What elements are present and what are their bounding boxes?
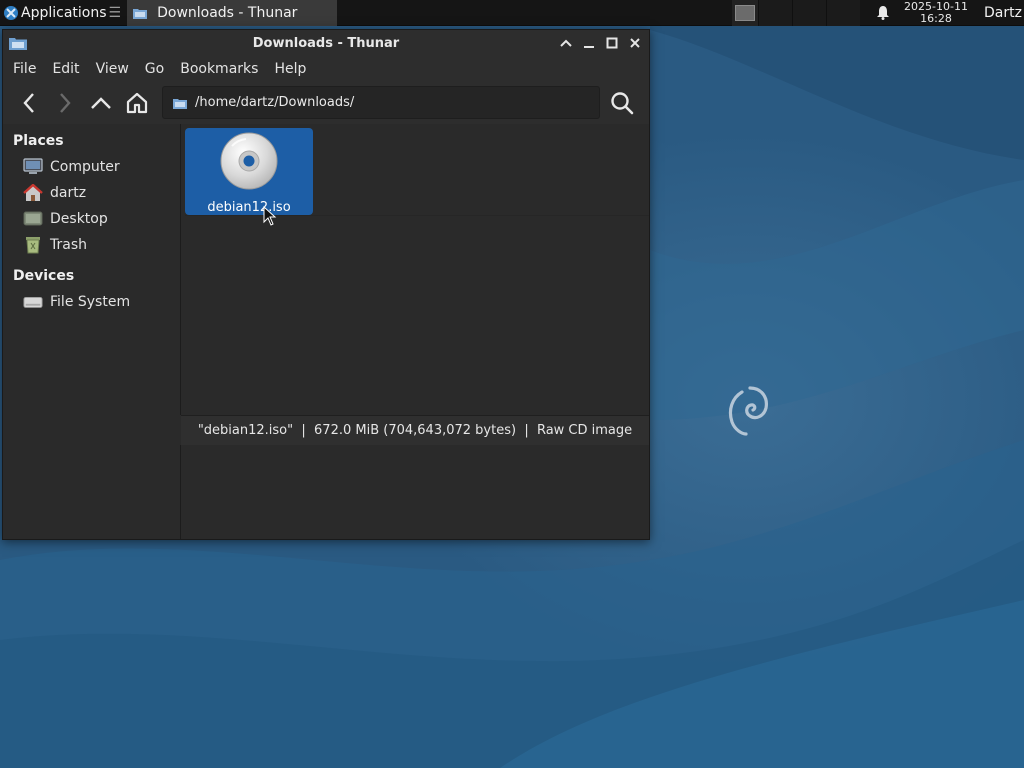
sidebar-item-desktop[interactable]: Desktop xyxy=(3,206,180,232)
close-icon[interactable] xyxy=(627,35,643,51)
clock[interactable]: 2025-10-11 16:28 xyxy=(900,0,972,25)
file-name: debian12.iso xyxy=(207,200,291,215)
menu-view[interactable]: View xyxy=(96,61,129,77)
menu-bookmarks[interactable]: Bookmarks xyxy=(180,61,258,77)
sidebar-item-label: File System xyxy=(50,294,131,310)
menubar: File Edit View Go Bookmarks Help xyxy=(3,56,649,82)
workspace-1-button[interactable] xyxy=(732,0,758,26)
clock-date: 2025-10-11 xyxy=(904,0,968,13)
clock-time: 16:28 xyxy=(920,11,952,25)
xfce-logo-icon xyxy=(4,5,18,20)
arrow-right-icon xyxy=(60,93,71,113)
menu-edit[interactable]: Edit xyxy=(52,61,79,77)
parent-folder-button[interactable] xyxy=(83,85,119,121)
workspace-2-button[interactable] xyxy=(758,0,792,26)
file-item[interactable]: debian12.iso xyxy=(185,128,313,215)
top-panel: Applications ☰ Downloads - Thunar 2025-1… xyxy=(0,0,1024,26)
menu-file[interactable]: File xyxy=(13,61,36,77)
sidebar-item-label: Desktop xyxy=(50,211,108,227)
sidebar: Places Computer dartz Desktop Trash Devi… xyxy=(3,124,181,539)
applications-menu-button[interactable]: Applications ☰ xyxy=(0,0,125,26)
home-icon xyxy=(126,92,148,114)
drive-icon xyxy=(23,293,43,311)
sidebar-item-computer[interactable]: Computer xyxy=(3,154,180,180)
devices-header: Devices xyxy=(13,268,75,284)
search-button[interactable] xyxy=(605,87,639,119)
trash-icon xyxy=(23,236,43,254)
home-icon xyxy=(23,184,43,202)
menu-help[interactable]: Help xyxy=(274,61,306,77)
chevron-up-icon[interactable] xyxy=(558,35,574,51)
arrow-left-icon xyxy=(23,93,34,113)
workspace-4-button[interactable] xyxy=(826,0,860,26)
search-icon xyxy=(611,92,634,115)
back-button[interactable] xyxy=(11,85,47,121)
mouse-cursor-icon xyxy=(263,206,277,226)
location-path: /home/dartz/Downloads/ xyxy=(195,95,355,110)
desktop-icon xyxy=(23,210,43,228)
minimize-icon[interactable] xyxy=(581,35,597,51)
applications-label: Applications xyxy=(21,4,107,21)
menu-go[interactable]: Go xyxy=(145,61,164,77)
thunar-window: Downloads - Thunar File Edit View Go Boo… xyxy=(2,29,650,540)
home-button[interactable] xyxy=(119,85,155,121)
arrow-up-icon xyxy=(91,97,111,109)
user-menu-button[interactable]: Dartz xyxy=(984,5,1024,21)
taskbar-window-title: Downloads - Thunar xyxy=(157,4,298,21)
forward-button[interactable] xyxy=(47,85,83,121)
disc-icon xyxy=(220,132,278,190)
notification-bell-icon[interactable] xyxy=(870,5,896,20)
computer-icon xyxy=(23,158,43,176)
file-view[interactable]: debian12.iso xyxy=(181,124,649,539)
location-bar[interactable]: /home/dartz/Downloads/ xyxy=(162,86,600,119)
status-bar: "debian12.iso" | 672.0 MiB (704,643,072 … xyxy=(181,415,649,445)
sidebar-item-label: dartz xyxy=(50,185,87,201)
sidebar-item-file-system[interactable]: File System xyxy=(3,289,180,315)
workspace-3-button[interactable] xyxy=(792,0,826,26)
maximize-icon[interactable] xyxy=(604,35,620,51)
toolbar: /home/dartz/Downloads/ xyxy=(3,82,649,124)
taskbar-window-button[interactable]: Downloads - Thunar xyxy=(127,0,338,26)
folder-icon xyxy=(133,8,148,19)
sidebar-item-label: Computer xyxy=(50,159,120,175)
status-text: "debian12.iso" | 672.0 MiB (704,643,072 … xyxy=(197,423,633,438)
titlebar[interactable]: Downloads - Thunar xyxy=(3,30,649,56)
folder-icon xyxy=(173,98,187,109)
places-header: Places xyxy=(13,133,64,149)
window-title: Downloads - Thunar xyxy=(252,35,400,51)
sidebar-item-home[interactable]: dartz xyxy=(3,180,180,206)
sidebar-item-trash[interactable]: Trash xyxy=(3,232,180,258)
sidebar-item-label: Trash xyxy=(50,237,87,253)
debian-swirl-icon xyxy=(728,386,768,436)
menu-separator-icon: ☰ xyxy=(108,4,122,21)
